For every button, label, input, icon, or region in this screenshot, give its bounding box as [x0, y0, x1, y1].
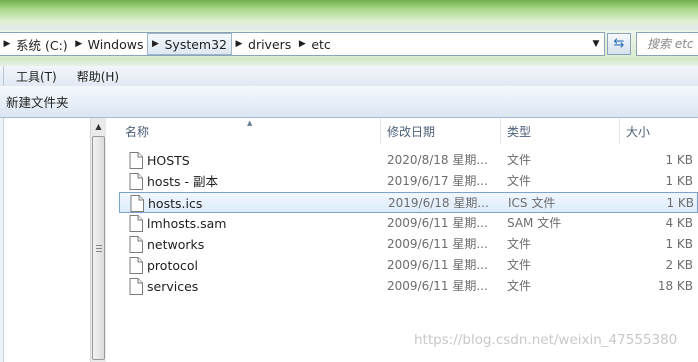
refresh-icon: ⇆	[613, 36, 625, 51]
address-bar[interactable]: ▶ 系统 (C:) ▶ Windows ▶ System32 ▶ drivers…	[0, 32, 605, 56]
nav-scrollbar[interactable]: ▲	[90, 118, 106, 362]
breadcrumb-system32[interactable]: ▶ System32	[147, 33, 233, 55]
column-type[interactable]: 类型	[507, 118, 531, 146]
window-glass-band	[0, 0, 698, 30]
file-row[interactable]: hosts.ics 2019/6/18 星期... ICS 文件 1 KB	[119, 192, 698, 213]
breadcrumb-root[interactable]: ▶ 系统 (C:)	[0, 33, 72, 55]
file-name[interactable]: services	[147, 276, 382, 297]
chevron-right-icon[interactable]: ▶	[232, 39, 246, 49]
file-type: SAM 文件	[507, 216, 562, 230]
file-icon	[129, 152, 143, 169]
chevron-right-icon[interactable]: ▶	[72, 39, 86, 49]
breadcrumb-etc[interactable]: ▶ etc	[295, 33, 334, 55]
column-divider[interactable]	[500, 118, 501, 144]
file-row[interactable]: protocol 2009/6/11 星期... 文件 2 KB	[119, 255, 698, 276]
new-folder-button[interactable]: 新建文件夹	[0, 92, 69, 111]
file-row[interactable]: networks 2009/6/11 星期... 文件 1 KB	[119, 234, 698, 255]
file-date: 2009/6/11 星期...	[387, 216, 488, 230]
file-size: 18 KB	[657, 279, 693, 293]
sort-ascending-icon: ▲	[247, 119, 253, 127]
scroll-thumb[interactable]	[92, 136, 105, 360]
column-date[interactable]: 修改日期	[387, 118, 435, 146]
file-type: 文件	[507, 174, 532, 188]
file-icon	[130, 195, 144, 212]
file-icon	[129, 257, 143, 274]
breadcrumb-windows[interactable]: ▶ Windows	[72, 33, 148, 55]
file-icon	[129, 215, 143, 232]
grip-line	[96, 251, 102, 252]
file-size: 1 KB	[665, 237, 693, 251]
file-name[interactable]: hosts - 副本	[147, 171, 382, 192]
column-divider[interactable]	[619, 118, 620, 144]
file-date: 2020/8/18 星期...	[387, 153, 488, 167]
command-bar: 新建文件夹	[0, 86, 698, 118]
file-icon	[129, 173, 143, 190]
file-size: 1 KB	[665, 153, 693, 167]
menu-help[interactable]: 帮助(H)	[65, 68, 127, 85]
column-header-row: ▲ 名称 修改日期 类型 大小	[107, 118, 698, 146]
search-input[interactable]: 搜索 etc	[636, 32, 698, 56]
breadcrumb-drive[interactable]: 系统 (C:)	[14, 35, 72, 54]
file-row[interactable]: HOSTS 2020/8/18 星期... 文件 1 KB	[119, 150, 698, 171]
file-name[interactable]: lmhosts.sam	[147, 213, 382, 234]
navigation-pane[interactable]	[0, 118, 4, 362]
file-row[interactable]: services 2009/6/11 星期... 文件 18 KB	[119, 276, 698, 297]
file-date: 2019/6/17 星期...	[387, 174, 488, 188]
file-date: 2019/6/18 星期...	[388, 196, 489, 210]
watermark: https://blog.csdn.net/weixin_47555380	[414, 332, 678, 348]
file-row[interactable]: lmhosts.sam 2009/6/11 星期... SAM 文件 4 KB	[119, 213, 698, 234]
breadcrumb-drivers[interactable]: ▶ drivers	[232, 33, 295, 55]
breadcrumb-label[interactable]: etc	[309, 37, 334, 52]
file-type: 文件	[507, 237, 532, 251]
file-date: 2009/6/11 星期...	[387, 258, 488, 272]
file-icon	[129, 236, 143, 253]
column-size[interactable]: 大小	[626, 118, 650, 146]
grip-line	[96, 248, 102, 249]
column-name[interactable]: 名称	[125, 118, 149, 146]
address-row: ▶ 系统 (C:) ▶ Windows ▶ System32 ▶ drivers…	[0, 30, 698, 58]
file-size: 2 KB	[665, 258, 693, 272]
column-divider[interactable]	[380, 118, 381, 144]
file-date: 2009/6/11 星期...	[387, 279, 488, 293]
file-type: 文件	[507, 153, 532, 167]
chevron-right-icon[interactable]: ▶	[295, 39, 309, 49]
file-row[interactable]: hosts - 副本 2019/6/17 星期... 文件 1 KB	[119, 171, 698, 192]
file-icon	[129, 278, 143, 295]
breadcrumb-label[interactable]: System32	[162, 37, 231, 52]
file-name[interactable]: protocol	[147, 255, 382, 276]
chevron-down-icon[interactable]: ▼	[589, 35, 603, 53]
breadcrumb-label[interactable]: drivers	[246, 37, 295, 52]
file-type: ICS 文件	[508, 196, 556, 210]
glass-edge	[0, 58, 698, 66]
file-date: 2009/6/11 星期...	[387, 237, 488, 251]
scroll-up-arrow-icon[interactable]: ▲	[91, 118, 106, 135]
file-list[interactable]: ▲ 名称 修改日期 类型 大小 HOSTS 2020/8/18 星期... 文件 1 …	[107, 118, 698, 362]
menu-bar: 工具(T) 帮助(H)	[0, 66, 698, 86]
file-type: 文件	[507, 279, 532, 293]
file-name[interactable]: networks	[147, 234, 382, 255]
chevron-right-icon[interactable]: ▶	[148, 39, 162, 49]
file-size: 1 KB	[666, 196, 694, 210]
chevron-right-icon[interactable]: ▶	[0, 39, 14, 49]
refresh-button[interactable]: ⇆	[607, 33, 631, 55]
file-size: 1 KB	[665, 174, 693, 188]
file-type: 文件	[507, 258, 532, 272]
grip-line	[96, 245, 102, 246]
breadcrumb-label[interactable]: Windows	[86, 37, 148, 52]
file-name[interactable]: HOSTS	[147, 150, 382, 171]
menu-tools[interactable]: 工具(T)	[4, 68, 65, 85]
file-name[interactable]: hosts.ics	[148, 193, 383, 214]
file-size: 4 KB	[665, 216, 693, 230]
